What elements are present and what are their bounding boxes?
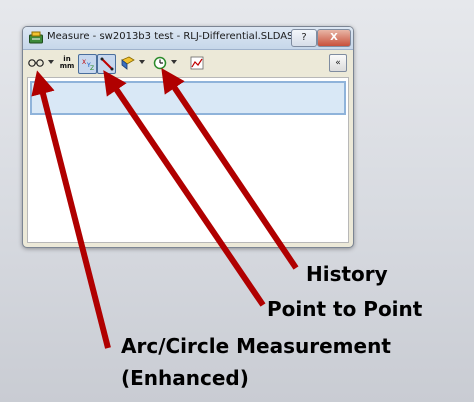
arc-circle-label: Arc/Circle Measurement (121, 334, 391, 358)
arc-circle-arrow (31, 70, 111, 349)
history-arrow (161, 68, 299, 270)
point-to-point-label: Point to Point (267, 297, 423, 321)
point-to-point-arrow (103, 70, 266, 307)
arc-circle-enhanced-label: (Enhanced) (121, 366, 249, 390)
history-label: History (306, 262, 388, 286)
